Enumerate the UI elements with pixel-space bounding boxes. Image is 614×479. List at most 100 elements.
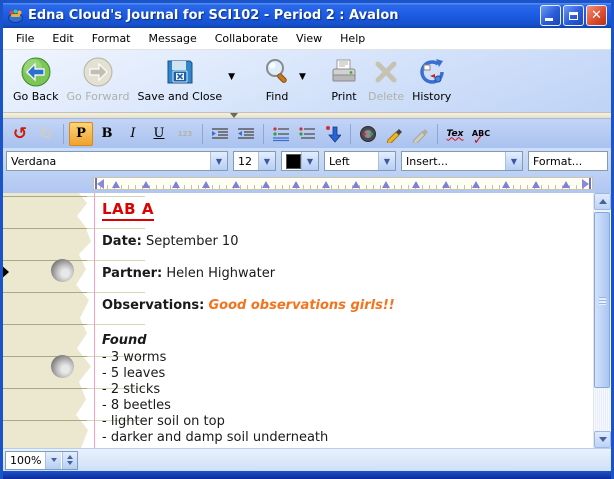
save-and-close-button[interactable]: Save and Close [133, 54, 226, 104]
found-item: - 3 worms [102, 350, 328, 366]
right-indent-marker[interactable] [582, 178, 591, 189]
decrease-indent-icon [237, 126, 255, 142]
app-icon [7, 7, 24, 24]
tab-stop-marker[interactable] [382, 181, 390, 188]
tab-stop-marker[interactable] [202, 181, 210, 188]
numbered-list-button[interactable] [295, 122, 319, 146]
line-cursor-marker [3, 264, 9, 280]
tab-stop-marker[interactable] [412, 181, 420, 188]
font-family-select[interactable]: Verdana ▼ [6, 151, 228, 171]
window-title: Edna Cloud's Journal for SCI102 - Period… [28, 8, 538, 23]
menu-view[interactable]: View [287, 29, 331, 48]
menu-collaborate[interactable]: Collaborate [206, 29, 287, 48]
vertical-scrollbar[interactable] [593, 193, 611, 448]
ruled-line [3, 260, 145, 261]
tab-stop-marker[interactable] [232, 181, 240, 188]
close-button[interactable]: ✕ [586, 5, 607, 26]
bold-button[interactable]: B [95, 122, 119, 146]
tab-stop-marker[interactable] [352, 181, 360, 188]
chevron-up-icon [599, 199, 607, 204]
bulleted-list-button[interactable] [269, 122, 293, 146]
scrollbar-track[interactable] [594, 210, 611, 431]
scrollbar-thumb[interactable] [594, 212, 610, 388]
insert-below-button[interactable] [321, 122, 345, 146]
eraser-icon [411, 125, 429, 143]
undo-button[interactable]: ↺ [8, 122, 32, 146]
tab-stop-marker[interactable] [472, 181, 480, 188]
go-back-icon [20, 55, 52, 89]
toolbar-collapse-caret[interactable] [230, 113, 238, 118]
tab-stop-marker[interactable] [112, 181, 120, 188]
status-bar: 100% [3, 448, 611, 471]
left-indent-marker[interactable] [95, 178, 104, 189]
tab-stop-marker[interactable] [172, 181, 180, 188]
observations-line: Observations: Good observations girls!! [102, 298, 395, 313]
font-size-icon: 123 [178, 130, 193, 138]
delete-icon [370, 55, 402, 89]
history-button[interactable]: History [408, 54, 455, 104]
chevron-down-icon: ▼ [378, 152, 395, 170]
format-toolbar: ↺ ↻ P B I U 123 [3, 119, 611, 148]
margin-line [94, 193, 95, 448]
spellcheck-button[interactable]: ABC✓ [469, 122, 493, 146]
hole-punch [51, 259, 74, 282]
text-style-button[interactable]: Tex [443, 122, 467, 146]
editor-page[interactable]: LAB A Date: September 10 Partner: Helen … [3, 193, 593, 448]
down-arrow-icon [325, 125, 341, 143]
observations-label: Observations: [102, 298, 204, 313]
format-select[interactable]: Format... [528, 151, 608, 171]
alignment-select[interactable]: Left ▼ [324, 151, 396, 171]
zoom-widget[interactable]: 100% [5, 451, 78, 470]
separator [202, 124, 203, 144]
text-style-icon: Tex [447, 129, 464, 139]
underline-button[interactable]: U [147, 122, 171, 146]
insert-select[interactable]: Insert... ▼ [401, 151, 523, 171]
tab-stop-marker[interactable] [502, 181, 510, 188]
tab-stop-marker[interactable] [442, 181, 450, 188]
minimize-button[interactable] [540, 5, 561, 26]
find-button[interactable]: Find [257, 54, 297, 104]
refresh-button[interactable] [356, 122, 380, 146]
save-dropdown-caret[interactable]: ▼ [228, 72, 235, 82]
scroll-up-button[interactable] [594, 193, 611, 210]
scroll-down-button[interactable] [594, 431, 611, 448]
menu-help[interactable]: Help [331, 29, 374, 48]
tab-stop-marker[interactable] [292, 181, 300, 188]
menu-format[interactable]: Format [83, 29, 140, 48]
decrease-indent-button[interactable] [234, 122, 258, 146]
underline-icon: U [154, 126, 165, 141]
tab-stop-marker[interactable] [262, 181, 270, 188]
tab-stop-marker[interactable] [532, 181, 540, 188]
format-value: Format... [529, 155, 607, 168]
tab-stop-marker[interactable] [322, 181, 330, 188]
menu-message[interactable]: Message [140, 29, 206, 48]
font-size-select[interactable]: 12 ▼ [233, 151, 276, 171]
date-value: September 10 [146, 234, 239, 249]
highlighter-button[interactable] [382, 122, 406, 146]
maximize-button[interactable] [563, 5, 584, 26]
font-color-select[interactable]: ▼ [281, 151, 319, 171]
find-dropdown-caret[interactable]: ▼ [299, 72, 306, 82]
plain-text-button[interactable]: P [69, 122, 93, 146]
separator [437, 124, 438, 144]
title-bar: Edna Cloud's Journal for SCI102 - Period… [3, 3, 611, 28]
eraser-button [408, 122, 432, 146]
menu-file[interactable]: File [7, 29, 43, 48]
chevron-up-icon [67, 455, 73, 459]
menu-edit[interactable]: Edit [43, 29, 82, 48]
print-button[interactable]: Print [324, 54, 364, 104]
go-forward-button: Go Forward [62, 54, 133, 104]
tab-stop-marker[interactable] [142, 181, 150, 188]
main-toolbar: Go Back Go Forward Save and [3, 50, 611, 112]
go-back-button[interactable]: Go Back [9, 54, 62, 104]
tab-stop-marker[interactable] [562, 181, 570, 188]
zoom-spinner[interactable] [62, 452, 77, 469]
ruler[interactable] [93, 177, 593, 190]
alignment-value: Left [325, 155, 378, 168]
zoom-dropdown-button[interactable] [45, 452, 61, 469]
font-color-swatch [286, 154, 301, 169]
increase-indent-button[interactable] [208, 122, 232, 146]
bulleted-list-icon [272, 126, 290, 142]
italic-button[interactable]: I [121, 122, 145, 146]
chevron-down-icon [599, 437, 607, 442]
